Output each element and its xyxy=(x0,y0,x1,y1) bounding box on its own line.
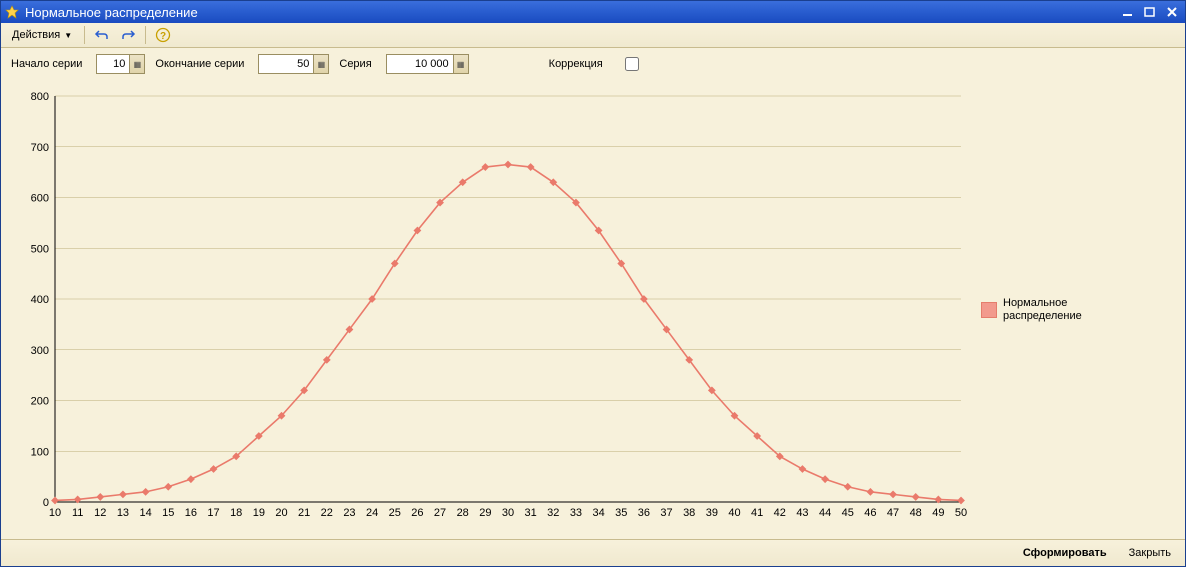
undo-button[interactable] xyxy=(90,24,114,46)
svg-text:21: 21 xyxy=(298,507,310,519)
svg-text:32: 32 xyxy=(547,507,559,519)
svg-text:28: 28 xyxy=(457,507,469,519)
maximize-button[interactable] xyxy=(1141,4,1159,20)
start-field[interactable]: ▦ xyxy=(96,54,145,74)
series-label: Серия xyxy=(339,58,371,70)
svg-text:36: 36 xyxy=(638,507,650,519)
spin-icon[interactable]: ▦ xyxy=(313,55,328,73)
redo-button[interactable] xyxy=(116,24,140,46)
start-input[interactable] xyxy=(97,56,129,72)
svg-text:45: 45 xyxy=(842,507,854,519)
svg-text:22: 22 xyxy=(321,507,333,519)
svg-text:46: 46 xyxy=(864,507,876,519)
svg-text:50: 50 xyxy=(955,507,967,519)
svg-text:10: 10 xyxy=(49,507,61,519)
svg-text:29: 29 xyxy=(479,507,491,519)
svg-text:38: 38 xyxy=(683,507,695,519)
svg-text:25: 25 xyxy=(389,507,401,519)
toolbar-separator xyxy=(145,26,146,44)
svg-text:20: 20 xyxy=(275,507,287,519)
actions-menu-label: Действия xyxy=(12,29,60,41)
end-input[interactable] xyxy=(259,56,313,72)
series-input[interactable] xyxy=(387,56,453,72)
undo-icon xyxy=(94,28,110,42)
end-field[interactable]: ▦ xyxy=(258,54,329,74)
svg-text:15: 15 xyxy=(162,507,174,519)
redo-icon xyxy=(120,28,136,42)
spin-icon[interactable]: ▦ xyxy=(453,55,468,73)
svg-text:500: 500 xyxy=(31,243,49,255)
svg-text:47: 47 xyxy=(887,507,899,519)
svg-text:40: 40 xyxy=(728,507,740,519)
svg-text:400: 400 xyxy=(31,294,49,306)
toolbar-separator xyxy=(84,26,85,44)
svg-text:27: 27 xyxy=(434,507,446,519)
help-icon: ? xyxy=(155,27,171,43)
svg-text:43: 43 xyxy=(796,507,808,519)
window-buttons xyxy=(1119,4,1181,20)
svg-text:33: 33 xyxy=(570,507,582,519)
form-button[interactable]: Сформировать xyxy=(1017,545,1113,561)
svg-text:800: 800 xyxy=(31,91,49,103)
params-bar: Начало серии ▦ Окончание серии ▦ Серия ▦… xyxy=(1,48,1185,80)
app-window: Нормальное распределение Действия ▼ xyxy=(0,0,1186,567)
svg-text:37: 37 xyxy=(660,507,672,519)
app-icon xyxy=(5,5,19,19)
svg-text:48: 48 xyxy=(910,507,922,519)
svg-text:41: 41 xyxy=(751,507,763,519)
svg-text:30: 30 xyxy=(502,507,514,519)
svg-text:18: 18 xyxy=(230,507,242,519)
svg-text:26: 26 xyxy=(411,507,423,519)
actions-menu[interactable]: Действия ▼ xyxy=(5,26,79,44)
svg-text:31: 31 xyxy=(525,507,537,519)
svg-text:16: 16 xyxy=(185,507,197,519)
correction-label: Коррекция xyxy=(549,58,603,70)
toolbar: Действия ▼ ? xyxy=(1,23,1185,48)
svg-text:23: 23 xyxy=(343,507,355,519)
correction-group: Коррекция xyxy=(549,54,642,74)
window-title: Нормальное распределение xyxy=(25,5,1119,20)
close-window-button[interactable]: Закрыть xyxy=(1123,545,1177,561)
svg-text:700: 700 xyxy=(31,142,49,154)
svg-text:11: 11 xyxy=(72,507,83,519)
svg-text:34: 34 xyxy=(592,507,604,519)
svg-text:19: 19 xyxy=(253,507,265,519)
svg-text:14: 14 xyxy=(139,507,151,519)
chart: 0100200300400500600700800101112131415161… xyxy=(11,86,971,526)
end-label: Окончание серии xyxy=(155,58,244,70)
svg-text:12: 12 xyxy=(94,507,106,519)
footer: Сформировать Закрыть xyxy=(1,539,1185,566)
svg-text:100: 100 xyxy=(31,446,49,458)
svg-text:13: 13 xyxy=(117,507,129,519)
svg-text:24: 24 xyxy=(366,507,378,519)
series-field[interactable]: ▦ xyxy=(386,54,469,74)
svg-text:49: 49 xyxy=(932,507,944,519)
help-button[interactable]: ? xyxy=(151,24,175,46)
legend: Нормальное распределение xyxy=(971,86,1171,533)
svg-text:17: 17 xyxy=(207,507,219,519)
svg-text:600: 600 xyxy=(31,193,49,205)
legend-swatch xyxy=(981,302,997,318)
chart-area: 0100200300400500600700800101112131415161… xyxy=(1,80,1185,539)
svg-text:42: 42 xyxy=(774,507,786,519)
dropdown-icon: ▼ xyxy=(64,31,72,40)
svg-text:300: 300 xyxy=(31,345,49,357)
start-label: Начало серии xyxy=(11,58,82,70)
svg-text:35: 35 xyxy=(615,507,627,519)
close-button[interactable] xyxy=(1163,4,1181,20)
svg-text:44: 44 xyxy=(819,507,831,519)
svg-text:200: 200 xyxy=(31,396,49,408)
titlebar: Нормальное распределение xyxy=(1,1,1185,23)
spin-icon[interactable]: ▦ xyxy=(129,55,144,73)
correction-checkbox[interactable] xyxy=(625,57,639,71)
legend-label: Нормальное распределение xyxy=(1003,297,1082,323)
svg-text:?: ? xyxy=(160,31,166,42)
svg-text:39: 39 xyxy=(706,507,718,519)
minimize-button[interactable] xyxy=(1119,4,1137,20)
